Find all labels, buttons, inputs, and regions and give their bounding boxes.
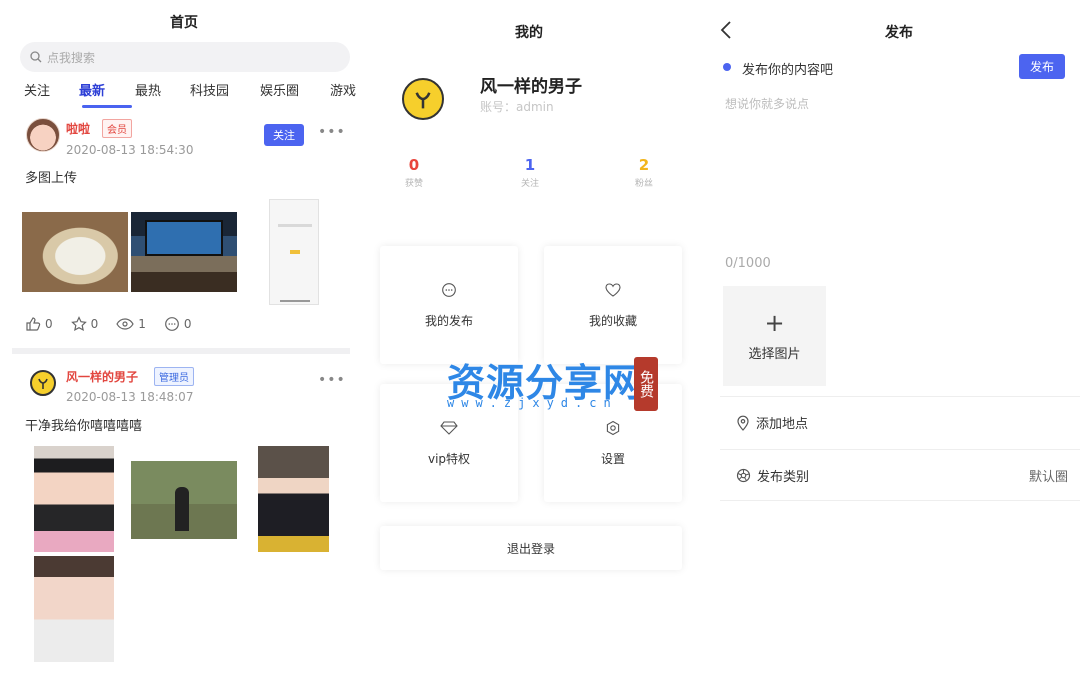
category-label: 发布类别 bbox=[757, 469, 810, 485]
post-image[interactable] bbox=[22, 212, 128, 292]
stat-label: 关注 bbox=[520, 179, 539, 189]
post-image[interactable] bbox=[269, 199, 319, 305]
watermark-seal: 免费 bbox=[634, 357, 658, 411]
post-image[interactable] bbox=[34, 556, 114, 662]
publish-title: 发布 bbox=[885, 25, 913, 41]
favorite-button[interactable]: 0 bbox=[70, 316, 99, 332]
admin-badge: 管理员 bbox=[154, 367, 194, 386]
profile-account: 账号：admin bbox=[480, 100, 554, 114]
home-screen: 首页 点我搜索 关注 最新 最热 科技园 娱乐圈 游戏 啦啦 会员 2020-0… bbox=[0, 0, 370, 676]
heart-icon bbox=[605, 282, 621, 297]
profile-avatar[interactable] bbox=[402, 78, 444, 120]
post-time: 2020-08-13 18:54:30 bbox=[66, 143, 194, 157]
aperture-icon bbox=[736, 468, 751, 482]
star-icon bbox=[70, 316, 87, 332]
menu-label: 设置 bbox=[600, 451, 625, 466]
plus-icon: + bbox=[764, 308, 785, 337]
stat-likes[interactable]: 0 获赞 bbox=[394, 156, 434, 189]
content-textarea[interactable]: 想说你就多说点 bbox=[725, 95, 809, 112]
publish-screen: 发布 发布你的内容吧 发布 想说你就多说点 0/1000 + 选择图片 添加地点… bbox=[708, 0, 1080, 676]
category-tabs: 关注 最新 最热 科技园 娱乐圈 游戏 bbox=[24, 80, 360, 108]
post-username[interactable]: 啦啦 bbox=[66, 120, 90, 137]
tab-hot[interactable]: 最热 bbox=[135, 80, 190, 99]
more-icon[interactable]: ••• bbox=[318, 372, 346, 388]
logo-icon bbox=[415, 92, 431, 109]
menu-label: vip特权 bbox=[427, 451, 471, 466]
select-image-label: 选择图片 bbox=[748, 346, 801, 362]
menu-my-favorites[interactable]: 我的收藏 bbox=[544, 246, 682, 364]
category-row[interactable]: 发布类别 默认圈 bbox=[720, 449, 1080, 501]
publish-label: 发布你的内容吧 bbox=[742, 63, 834, 78]
location-pin-icon bbox=[737, 415, 749, 431]
post-time: 2020-08-13 18:48:07 bbox=[66, 390, 194, 404]
search-icon bbox=[30, 51, 42, 63]
tab-follow[interactable]: 关注 bbox=[24, 80, 79, 99]
post-image[interactable] bbox=[131, 212, 237, 292]
favorite-count: 0 bbox=[90, 317, 99, 331]
more-icon[interactable]: ••• bbox=[318, 124, 346, 140]
comment-icon bbox=[442, 282, 456, 297]
stat-label: 获赞 bbox=[404, 179, 423, 189]
post-username[interactable]: 风一样的男子 bbox=[66, 368, 138, 385]
post-actions: 0 0 1 0 bbox=[25, 316, 210, 332]
comment-icon bbox=[165, 317, 179, 331]
tab-latest[interactable]: 最新 bbox=[79, 80, 135, 108]
view-count: 1 bbox=[138, 317, 146, 331]
comment-button[interactable]: 0 bbox=[164, 316, 192, 332]
add-location-row[interactable]: 添加地点 bbox=[720, 396, 1080, 448]
publish-button[interactable]: 发布 bbox=[1019, 54, 1065, 79]
char-counter: 0/1000 bbox=[725, 256, 771, 271]
category-value[interactable]: 默认圈 bbox=[1029, 466, 1068, 485]
post-divider bbox=[12, 348, 350, 354]
gear-icon bbox=[606, 420, 620, 435]
post-content: 多图上传 bbox=[25, 171, 78, 186]
tab-tech[interactable]: 科技园 bbox=[190, 80, 260, 99]
follow-button[interactable]: 关注 bbox=[264, 124, 304, 146]
stat-fans[interactable]: 2 粉丝 bbox=[624, 156, 664, 189]
post-image[interactable] bbox=[258, 446, 329, 552]
tab-entertainment[interactable]: 娱乐圈 bbox=[260, 80, 330, 99]
home-title: 首页 bbox=[170, 15, 198, 31]
profile-name: 风一样的男子 bbox=[480, 77, 582, 97]
post-content: 干净我给你嘻嘻嘻嘻 bbox=[25, 419, 143, 434]
menu-label: 我的收藏 bbox=[588, 313, 637, 328]
profile-screen: 我的 风一样的男子 账号：admin 0 获赞 1 关注 2 粉丝 我的发布 我… bbox=[372, 0, 690, 676]
search-input[interactable]: 点我搜索 bbox=[20, 42, 350, 72]
bullet-dot bbox=[723, 63, 731, 71]
stat-value: 1 bbox=[524, 156, 536, 174]
comment-count: 0 bbox=[183, 317, 192, 331]
diamond-icon bbox=[440, 420, 458, 435]
profile-title: 我的 bbox=[515, 25, 543, 41]
watermark-url: www.zjxyd.cn bbox=[447, 396, 618, 410]
tab-games[interactable]: 游戏 bbox=[330, 80, 360, 99]
search-placeholder: 点我搜索 bbox=[47, 50, 96, 65]
logo-icon bbox=[38, 378, 48, 389]
add-location-label: 添加地点 bbox=[756, 417, 809, 432]
stat-following[interactable]: 1 关注 bbox=[510, 156, 550, 189]
member-badge: 会员 bbox=[102, 119, 132, 138]
thumbs-up-icon bbox=[26, 317, 41, 331]
avatar[interactable] bbox=[26, 118, 60, 152]
select-image-button[interactable]: + 选择图片 bbox=[723, 286, 826, 386]
logout-button[interactable]: 退出登录 bbox=[380, 526, 682, 570]
stat-value: 2 bbox=[638, 156, 650, 174]
like-count: 0 bbox=[45, 317, 53, 331]
menu-label: 我的发布 bbox=[424, 313, 473, 328]
avatar[interactable] bbox=[30, 370, 56, 396]
back-icon[interactable] bbox=[720, 20, 732, 40]
views: 1 bbox=[116, 316, 146, 332]
like-button[interactable]: 0 bbox=[25, 316, 53, 332]
post-image[interactable] bbox=[34, 446, 114, 552]
menu-my-posts[interactable]: 我的发布 bbox=[380, 246, 518, 364]
stat-value: 0 bbox=[408, 156, 420, 174]
stat-label: 粉丝 bbox=[634, 179, 653, 189]
watermark-seal-text: 免费 bbox=[638, 370, 654, 398]
eye-icon bbox=[116, 318, 134, 330]
post-image[interactable] bbox=[131, 461, 237, 539]
